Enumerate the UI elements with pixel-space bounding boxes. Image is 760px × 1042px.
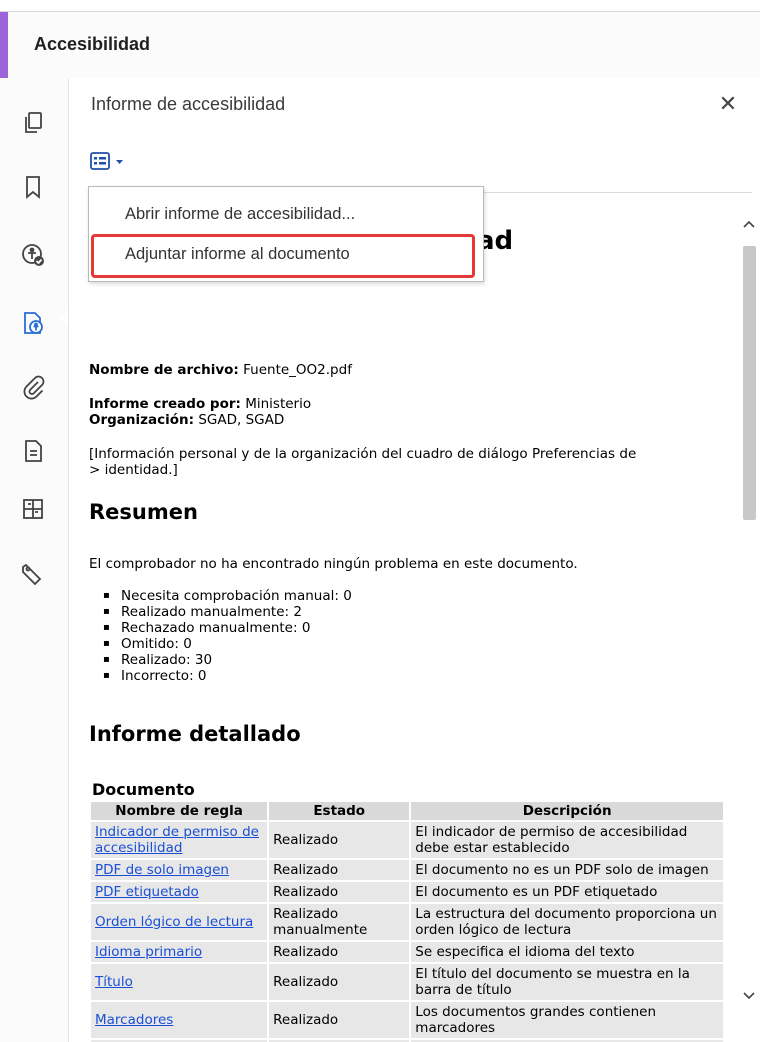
list-options-icon (90, 152, 123, 170)
rule-name-cell: PDF de solo imagen (91, 860, 268, 880)
column-header: Descripción (411, 802, 723, 820)
accent-bar (0, 12, 8, 78)
creator-label: Informe creado por: (89, 396, 241, 412)
table-header-row: Nombre de regla Estado Descripción (91, 802, 723, 820)
state-cell: Realizado (269, 964, 410, 1000)
org-value: SGAD, SGAD (198, 412, 285, 428)
rule-link[interactable]: Marcadores (95, 1012, 173, 1028)
org-label: Organización: (89, 412, 195, 428)
copy-pages-icon[interactable] (20, 110, 46, 136)
description-cell: El documento es un PDF etiquetado (411, 882, 723, 902)
panel-title: Informe de accesibilidad (91, 94, 286, 114)
table-row: Título Realizado El título del documento s… (91, 964, 723, 1000)
summary-list: Necesita comprobación manual: 0 Realizad… (89, 588, 352, 684)
rule-name-cell: Indicador de permiso de accesibilidad (91, 822, 268, 858)
state-cell: Realizado (269, 1002, 410, 1038)
bookmark-icon[interactable] (20, 174, 46, 200)
rule-link[interactable]: Indicador de permiso de accesibilidad (95, 824, 259, 856)
state-cell: Realizado manualmente (269, 904, 410, 940)
description-cell: El indicador de permiso de accesibilidad… (411, 822, 723, 858)
description-cell: El documento no es un PDF solo de imagen (411, 860, 723, 880)
table-row: Idioma primario Realizado Se especifica el… (91, 942, 723, 962)
header-title: Accesibilidad (34, 34, 151, 54)
rule-name-cell: Título (91, 964, 268, 1000)
scrollbar-thumb[interactable] (743, 246, 756, 520)
rules-table: Nombre de regla Estado Descripción Indic… (89, 800, 725, 1042)
state-cell: Realizado (269, 942, 410, 962)
attachment-icon[interactable] (20, 374, 46, 400)
left-tool-rail (0, 78, 69, 1042)
description-cell: Los documentos grandes contienen marcado… (411, 1002, 723, 1038)
table-row: PDF etiquetado Realizado El documento es u… (91, 882, 723, 902)
rule-link[interactable]: PDF etiquetado (95, 884, 199, 900)
document-icon[interactable] (20, 438, 46, 464)
table-row: Marcadores Realizado Los documentos grande… (91, 1002, 723, 1038)
report-content: ad Nombre de archivo: Fuente_OO2.pdf Inf… (89, 206, 739, 1042)
info-line-1: [Información personal y de la organizaci… (89, 446, 637, 462)
accessibility-report-icon[interactable] (20, 310, 46, 336)
summary-heading: Resumen (89, 500, 198, 524)
creator-line: Informe creado por: Ministerio (89, 396, 311, 412)
rule-name-cell: PDF etiquetado (91, 882, 268, 902)
summary-item: Realizado: 30 (103, 652, 352, 668)
rule-name-cell: Marcadores (91, 1002, 268, 1038)
menu-item-open-report[interactable]: Abrir informe de accesibilidad... (125, 205, 355, 224)
summary-item: Necesita comprobación manual: 0 (103, 588, 352, 604)
column-header: Nombre de regla (91, 802, 268, 820)
description-cell: La estructura del documento proporciona … (411, 904, 723, 940)
rule-link[interactable]: PDF de solo imagen (95, 862, 229, 878)
section-title: Documento (92, 780, 195, 799)
summary-text: El comprobador no ha encontrado ningún p… (89, 556, 578, 572)
table-row: PDF de solo imagen Realizado El documento … (91, 860, 723, 880)
column-header: Estado (269, 802, 410, 820)
tag-icon[interactable] (20, 562, 46, 588)
summary-item: Omitido: 0 (103, 636, 352, 652)
state-cell: Realizado (269, 882, 410, 902)
file-name-line: Nombre de archivo: Fuente_OO2.pdf (89, 362, 352, 378)
organization-line: Organización: SGAD, SGAD (89, 412, 284, 428)
accessibility-check-icon[interactable] (20, 242, 46, 268)
close-button[interactable]: ✕ (716, 92, 740, 116)
summary-item: Rechazado manualmente: 0 (103, 620, 352, 636)
rule-link[interactable]: Título (95, 974, 133, 990)
rule-link[interactable]: Idioma primario (95, 944, 202, 960)
rule-name-cell: Orden lógico de lectura (91, 904, 268, 940)
info-line-2: > identidad.] (89, 462, 178, 478)
creator-value: Ministerio (245, 396, 312, 412)
description-cell: Se especifica el idioma del texto (411, 942, 723, 962)
rule-name-cell: Idioma primario (91, 942, 268, 962)
scroll-up-icon[interactable] (741, 216, 757, 232)
file-value: Fuente_OO2.pdf (243, 362, 352, 378)
summary-item: Realizado manualmente: 2 (103, 604, 352, 620)
panel-header-bar: Accesibilidad (0, 11, 760, 79)
rule-link[interactable]: Orden lógico de lectura (95, 914, 253, 930)
summary-item: Incorrecto: 0 (103, 668, 352, 684)
file-label: Nombre de archivo: (89, 362, 239, 378)
active-tab-indicator (58, 310, 68, 326)
state-cell: Realizado (269, 860, 410, 880)
description-cell: El título del documento se muestra en la… (411, 964, 723, 1000)
table-row: Orden lógico de lectura Realizado manualm… (91, 904, 723, 940)
table-row: Indicador de permiso de accesibilidad Rea… (91, 822, 723, 858)
detail-heading: Informe detallado (89, 722, 301, 746)
organize-icon[interactable] (20, 496, 46, 522)
scroll-down-icon[interactable] (741, 988, 757, 1004)
highlight-box (91, 234, 475, 278)
state-cell: Realizado (269, 822, 410, 858)
options-menu-button[interactable] (89, 150, 129, 174)
